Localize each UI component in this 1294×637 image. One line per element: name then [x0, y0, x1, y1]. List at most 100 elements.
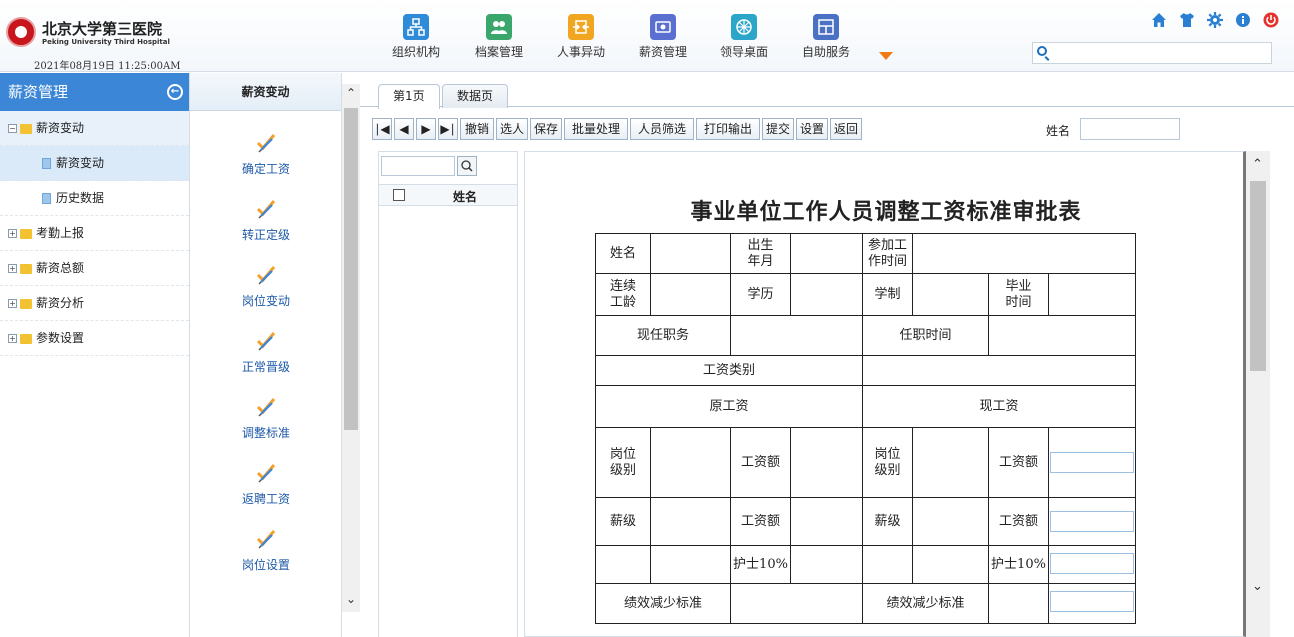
- dashboard-icon: [731, 14, 757, 40]
- nav-archives[interactable]: 档案管理: [463, 14, 535, 60]
- func-rehire-wage[interactable]: 返聘工资: [190, 461, 342, 507]
- cell-old-perf-value[interactable]: [730, 583, 863, 624]
- collapse-node-icon[interactable]: −: [8, 124, 17, 133]
- sidebar: 薪资管理 ← − 薪资变动 薪资变动 历史数据 + 考勤上报 + 薪资总额 + 薪资分析…: [0, 73, 190, 637]
- cell-new-wage-amount-label: 工资额: [988, 427, 1049, 498]
- first-page-button[interactable]: ∣◀: [372, 118, 392, 140]
- function-panel-scrollbar[interactable]: ⌃ ⌄: [342, 84, 360, 612]
- tab-page1[interactable]: 第1页: [378, 84, 440, 109]
- scroll-up-icon[interactable]: ⌃: [1252, 157, 1263, 172]
- sidebar-item-salary-change[interactable]: − 薪资变动: [0, 111, 189, 146]
- cell-old-grade-amount-value[interactable]: [790, 497, 863, 546]
- expand-node-icon[interactable]: +: [8, 264, 17, 273]
- cell-new-perf-blank[interactable]: [988, 583, 1049, 624]
- cell-new-pay-grade-value[interactable]: [912, 497, 989, 546]
- print-button[interactable]: 打印输出: [696, 118, 760, 140]
- expand-node-icon[interactable]: +: [8, 229, 17, 238]
- form-label: 任职时间: [899, 327, 952, 343]
- search-icon[interactable]: [457, 156, 477, 176]
- nav-transfer[interactable]: 人事异动: [545, 14, 617, 60]
- func-confirm-wage[interactable]: 确定工资: [190, 131, 342, 177]
- form-input-field[interactable]: [1050, 452, 1134, 473]
- nav-dashboard[interactable]: 领导桌面: [708, 14, 780, 60]
- form-input-field[interactable]: [1050, 553, 1134, 574]
- sidebar-item-salary-change-sub[interactable]: 薪资变动: [0, 146, 189, 181]
- settings-button[interactable]: 设置: [796, 118, 828, 140]
- func-label: 调整标准: [241, 426, 290, 440]
- shirt-icon[interactable]: [1178, 12, 1196, 30]
- name-filter-input[interactable]: [1080, 118, 1180, 140]
- cell-blank-1[interactable]: [595, 545, 651, 584]
- form-input-field[interactable]: [1050, 591, 1134, 612]
- cell-blank-2[interactable]: [650, 545, 731, 584]
- cell-position-value[interactable]: [730, 315, 863, 356]
- batch-process-button[interactable]: 批量处理: [564, 118, 628, 140]
- sidebar-item-attendance[interactable]: + 考勤上报: [0, 216, 189, 251]
- global-search[interactable]: [1032, 42, 1272, 64]
- cell-school-years-value[interactable]: [912, 273, 989, 316]
- cell-graduation-value[interactable]: [1048, 273, 1136, 316]
- scroll-down-icon[interactable]: ⌄: [346, 592, 356, 606]
- func-regularize[interactable]: 转正定级: [190, 197, 342, 243]
- undo-button[interactable]: 撤销: [460, 118, 494, 140]
- last-page-button[interactable]: ▶∣: [438, 118, 458, 140]
- cell-name-value[interactable]: [650, 233, 731, 274]
- nav-salary[interactable]: 薪资管理: [627, 14, 699, 60]
- cell-old-nurse-value[interactable]: [790, 545, 863, 584]
- func-post-change[interactable]: 岗位变动: [190, 263, 342, 309]
- cell-tenure-value[interactable]: [988, 315, 1136, 356]
- expand-node-icon[interactable]: +: [8, 299, 17, 308]
- sidebar-item-params[interactable]: + 参数设置: [0, 321, 189, 356]
- sidebar-title: 薪资管理: [8, 83, 69, 101]
- cell-old-wage-amount-value[interactable]: [790, 427, 863, 498]
- cell-work-start-value[interactable]: [912, 233, 1136, 274]
- cell-blank-3[interactable]: [862, 545, 913, 584]
- global-search-input[interactable]: [1053, 44, 1269, 62]
- info-icon[interactable]: [1234, 12, 1252, 30]
- form-label: 工资类别: [702, 362, 755, 378]
- gear-icon[interactable]: [1206, 12, 1224, 30]
- func-post-setting[interactable]: 岗位设置: [190, 527, 342, 573]
- submit-button[interactable]: 提交: [762, 118, 794, 140]
- tab-data-page[interactable]: 数据页: [442, 84, 509, 108]
- form-label: 现任职务: [636, 327, 689, 343]
- sidebar-item-salary-analysis[interactable]: + 薪资分析: [0, 286, 189, 321]
- cell-old-pay-grade-value[interactable]: [650, 497, 731, 546]
- edit-check-icon: [255, 461, 277, 483]
- func-adjust-standard[interactable]: 调整标准: [190, 395, 342, 441]
- person-search-input[interactable]: [381, 156, 455, 176]
- cell-wage-type-value[interactable]: [862, 355, 1136, 386]
- cell-new-post-level-value[interactable]: [912, 427, 989, 498]
- cell-old-post-level-value[interactable]: [650, 427, 731, 498]
- expand-node-icon[interactable]: +: [8, 334, 17, 343]
- form-label: 护士10%: [733, 556, 788, 572]
- scroll-up-icon[interactable]: ⌃: [346, 86, 356, 100]
- document-scrollbar[interactable]: ⌃ ⌄: [1246, 151, 1270, 637]
- select-all-checkbox[interactable]: [393, 189, 405, 201]
- select-person-button[interactable]: 选人: [496, 118, 528, 140]
- power-icon[interactable]: [1262, 12, 1280, 30]
- save-button[interactable]: 保存: [530, 118, 562, 140]
- filter-person-button[interactable]: 人员筛选: [630, 118, 694, 140]
- home-icon[interactable]: [1150, 12, 1168, 30]
- form-label: 绩效减少标准: [886, 595, 965, 611]
- nav-org[interactable]: 组织机构: [380, 14, 452, 60]
- sidebar-item-history[interactable]: 历史数据: [0, 181, 189, 216]
- form-label: 工资额: [740, 454, 780, 470]
- cell-blank-4[interactable]: [912, 545, 989, 584]
- scroll-down-icon[interactable]: ⌄: [1252, 579, 1263, 594]
- cell-birth-value[interactable]: [790, 233, 863, 274]
- form-input-field[interactable]: [1050, 511, 1134, 532]
- next-page-button[interactable]: ▶: [416, 118, 436, 140]
- triangle-down-icon[interactable]: [879, 52, 893, 60]
- scroll-thumb[interactable]: [1250, 181, 1266, 371]
- cell-seniority-value[interactable]: [650, 273, 731, 316]
- collapse-left-icon[interactable]: ←: [167, 84, 183, 100]
- back-button[interactable]: 返回: [830, 118, 862, 140]
- prev-page-button[interactable]: ◀: [394, 118, 414, 140]
- sidebar-item-salary-total[interactable]: + 薪资总额: [0, 251, 189, 286]
- scroll-thumb[interactable]: [344, 108, 358, 430]
- nav-self-service[interactable]: 自助服务: [790, 14, 862, 60]
- func-promotion[interactable]: 正常晋级: [190, 329, 342, 375]
- cell-education-value[interactable]: [790, 273, 863, 316]
